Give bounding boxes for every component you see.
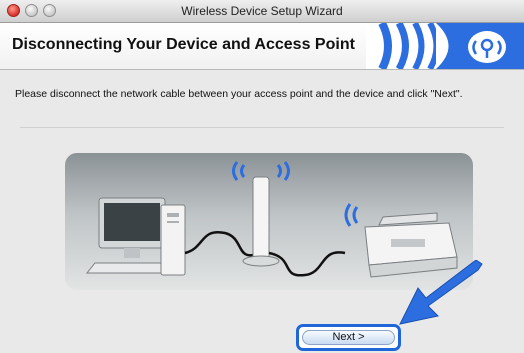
divider xyxy=(20,127,504,128)
next-button[interactable]: Next > xyxy=(296,324,401,351)
pointer-arrow-icon xyxy=(399,260,483,325)
wizard-window: Wireless Device Setup Wizard Disconnecti… xyxy=(0,0,524,353)
title-bar[interactable]: Wireless Device Setup Wizard xyxy=(0,0,524,23)
instruction-text: Please disconnect the network cable betw… xyxy=(15,88,463,100)
wireless-logo-icon xyxy=(366,23,524,69)
computer-icon xyxy=(85,197,186,276)
header-band: Disconnecting Your Device and Access Poi… xyxy=(0,23,524,70)
next-button-label: Next > xyxy=(302,330,395,345)
page-title: Disconnecting Your Device and Access Poi… xyxy=(12,36,355,53)
window-title: Wireless Device Setup Wizard xyxy=(181,4,343,18)
